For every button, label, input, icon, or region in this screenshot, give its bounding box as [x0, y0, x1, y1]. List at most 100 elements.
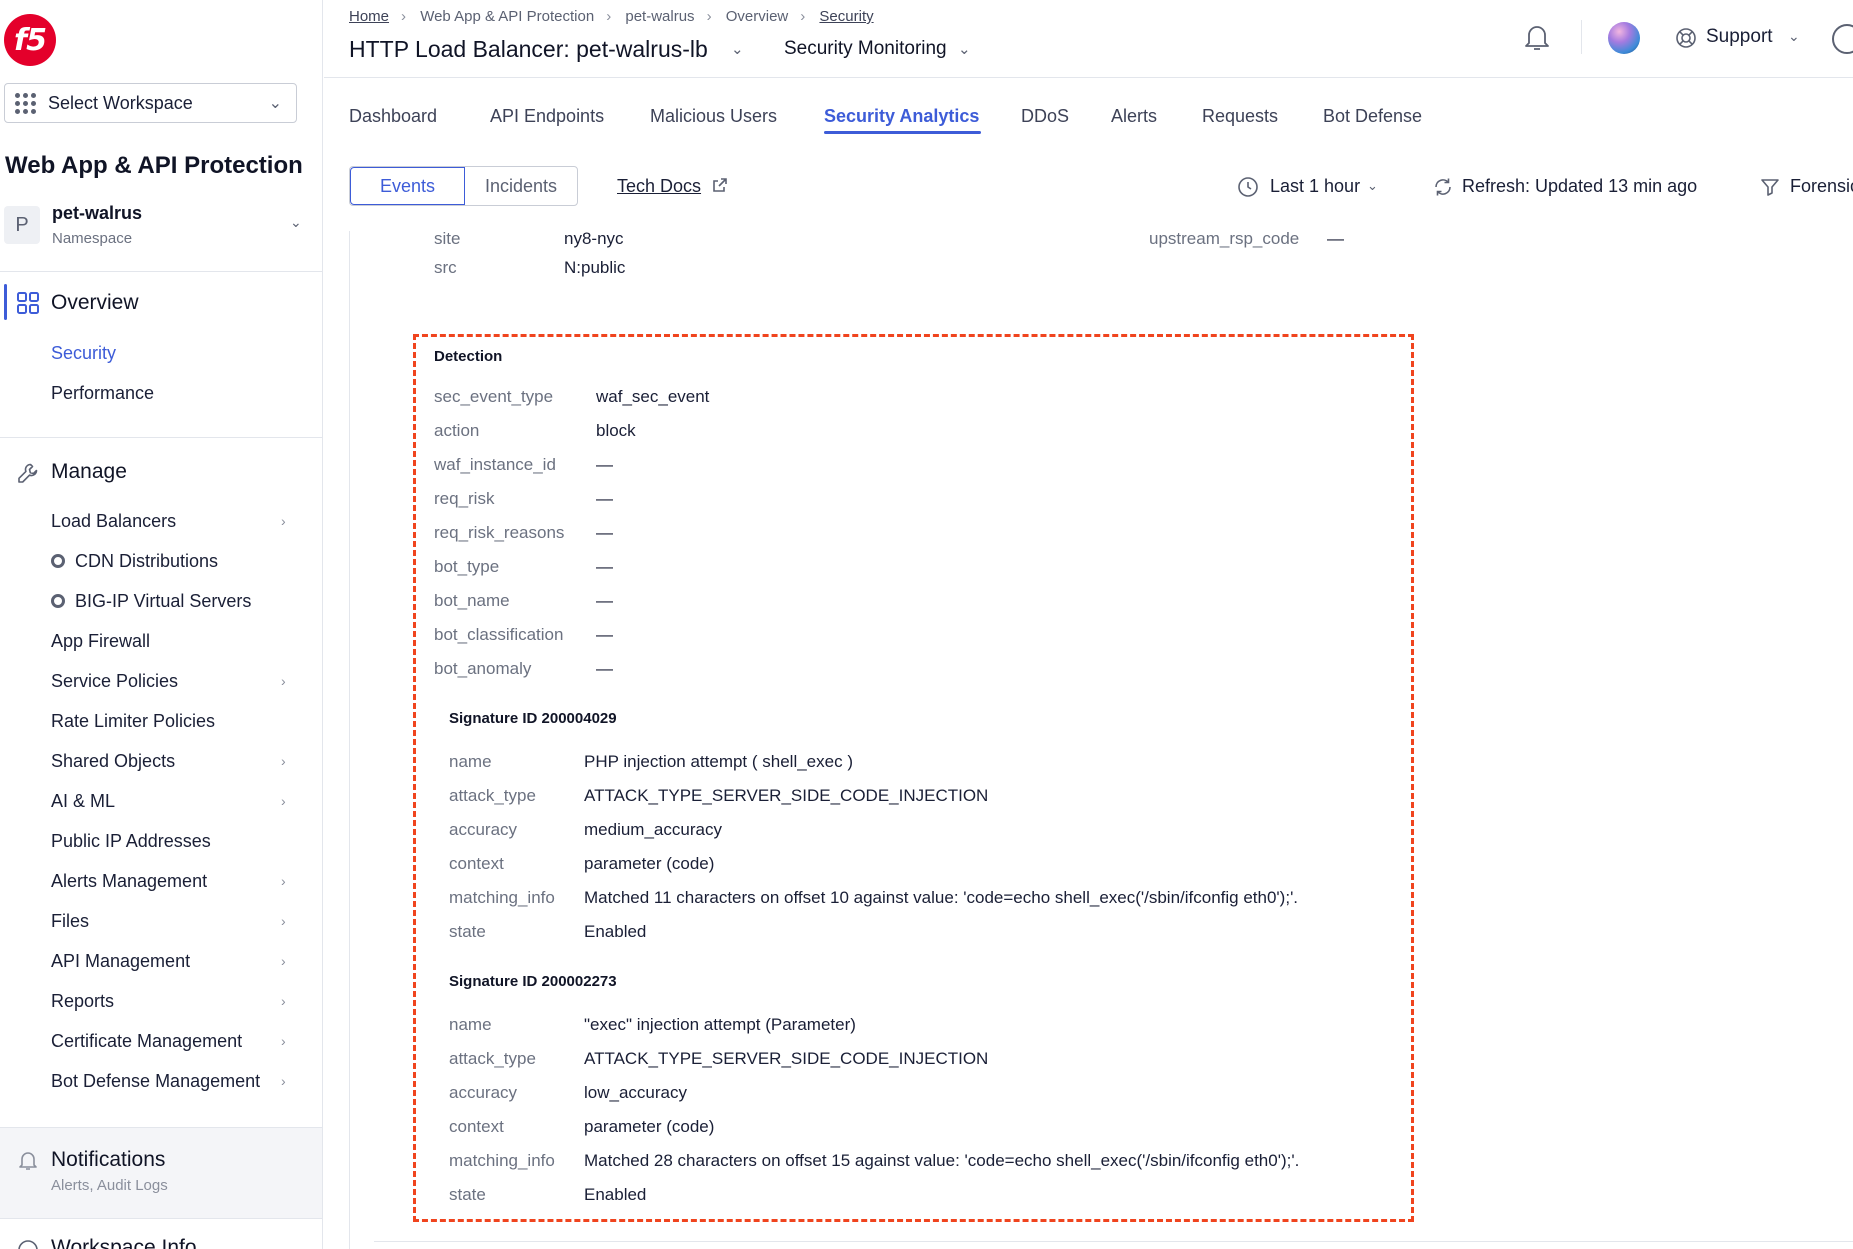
tab-malicious-users[interactable]: Malicious Users [650, 106, 777, 127]
breadcrumb-namespace[interactable]: pet-walrus [625, 8, 694, 25]
sidebar-item-label: Public IP Addresses [51, 831, 211, 851]
chevron-right-icon[interactable]: › [281, 753, 286, 769]
events-toggle[interactable]: Events [350, 167, 465, 205]
monitoring-select[interactable]: Security Monitoring [784, 38, 947, 60]
sidebar-item-label: API Management [51, 951, 191, 971]
refresh-icon[interactable] [1432, 176, 1454, 198]
tab-requests[interactable]: Requests [1202, 106, 1278, 127]
divider [0, 437, 322, 438]
breadcrumb-home[interactable]: Home [349, 8, 389, 25]
chevron-right-icon: › [706, 8, 712, 25]
sidebar-item-shared-objects[interactable]: Shared Objects [51, 751, 175, 772]
field-key: src [434, 258, 457, 277]
chevron-down-icon[interactable]: ⌄ [290, 214, 302, 231]
field-key: site [434, 229, 461, 248]
sidebar-item-label: Bot Defense Management [51, 1071, 261, 1091]
field-value: ATTACK_TYPE_SERVER_SIDE_CODE_INJECTION [584, 786, 989, 805]
sidebar: f5 Select Workspace ⌄ Web App & API Prot… [0, 0, 323, 1249]
sidebar-section-manage[interactable]: Manage [51, 460, 127, 484]
tab-alerts[interactable]: Alerts [1111, 106, 1157, 127]
sidebar-item-label: App Firewall [51, 631, 151, 651]
notifications-area[interactable] [0, 1128, 322, 1218]
chevron-right-icon[interactable]: › [281, 913, 286, 929]
field-key: upstream_rsp_code [1149, 229, 1300, 248]
field-key: state [449, 1185, 486, 1204]
sidebar-item-public-ip-addresses[interactable]: Public IP Addresses [51, 831, 211, 852]
bell-icon[interactable] [1522, 21, 1552, 53]
chevron-right-icon[interactable]: › [281, 673, 286, 689]
external-link-icon[interactable] [712, 177, 728, 193]
chevron-right-icon[interactable]: › [281, 953, 286, 969]
tab-security-analytics[interactable]: Security Analytics [824, 106, 979, 127]
sidebar-item-security[interactable]: Security [51, 343, 116, 364]
sidebar-item-alerts-management[interactable]: Alerts Management [51, 871, 207, 892]
refresh-status[interactable]: Refresh: Updated 13 min ago [1462, 176, 1697, 197]
workspace-select[interactable]: Select Workspace ⌄ [4, 83, 297, 123]
sidebar-item-big-ip-virtual-servers[interactable]: BIG-IP Virtual Servers [51, 591, 251, 612]
signature-title: Signature ID 200004029 [449, 710, 617, 727]
toolbar: Events Incidents Tech Docs Last 1 hour ⌄… [324, 149, 1853, 231]
field-value: low_accuracy [584, 1083, 687, 1102]
sidebar-item-label: BIG-IP Virtual Servers [75, 591, 252, 611]
incidents-toggle[interactable]: Incidents [465, 167, 577, 205]
field-value: medium_accuracy [584, 820, 722, 839]
sidebar-section-workspace-info[interactable]: Workspace Info [51, 1236, 197, 1249]
chevron-right-icon: › [606, 8, 612, 25]
field-key: name [449, 752, 492, 771]
chevron-down-icon[interactable]: ⌄ [1788, 28, 1800, 45]
signature-title: Signature ID 200002273 [449, 973, 617, 990]
sidebar-item-rate-limiter-policies[interactable]: Rate Limiter Policies [51, 711, 215, 732]
chevron-down-icon[interactable]: ⌄ [958, 40, 971, 58]
sidebar-item-performance[interactable]: Performance [51, 383, 154, 404]
sidebar-section-overview[interactable]: Overview [51, 291, 139, 315]
sidebar-item-bot-defense-management[interactable]: Bot Defense Management [51, 1071, 260, 1092]
chevron-down-icon[interactable]: ⌄ [1367, 178, 1378, 194]
sidebar-item-load-balancers[interactable]: Load Balancers [51, 511, 176, 532]
divider [374, 1241, 1853, 1242]
sidebar-item-label: CDN Distributions [75, 551, 219, 571]
f5-logo[interactable]: f5 [4, 14, 56, 66]
help-icon[interactable] [1832, 24, 1853, 54]
chevron-right-icon[interactable]: › [281, 513, 286, 529]
field-key: attack_type [449, 1049, 536, 1068]
sidebar-item-files[interactable]: Files [51, 911, 89, 932]
sidebar-item-certificate-management[interactable]: Certificate Management [51, 1031, 242, 1052]
detection-highlight-box [413, 334, 1414, 1222]
field-key: req_risk_reasons [434, 523, 565, 542]
sidebar-item-app-firewall[interactable]: App Firewall [51, 631, 150, 652]
breadcrumb-security[interactable]: Security [819, 8, 873, 25]
time-range-select[interactable]: Last 1 hour [1270, 176, 1360, 197]
chevron-right-icon[interactable]: › [281, 1073, 286, 1089]
event-detail-panel: site ny8-nyc src N:public upstream_rsp_c… [324, 229, 1853, 1249]
tab-api-endpoints[interactable]: API Endpoints [490, 106, 604, 127]
breadcrumb-app[interactable]: Web App & API Protection [420, 8, 594, 25]
chevron-right-icon[interactable]: › [281, 873, 286, 889]
field-value: waf_sec_event [596, 387, 710, 406]
sidebar-item-service-policies[interactable]: Service Policies [51, 671, 178, 692]
field-key: name [449, 1015, 492, 1034]
field-key: req_risk [434, 489, 495, 508]
sidebar-item-reports[interactable]: Reports [51, 991, 114, 1012]
load-balancer-title[interactable]: HTTP Load Balancer: pet-walrus-lb [349, 36, 708, 63]
sidebar-item-ai-ml[interactable]: AI & ML [51, 791, 115, 812]
sidebar-item-api-management[interactable]: API Management [51, 951, 190, 972]
tech-docs-link[interactable]: Tech Docs [617, 176, 701, 197]
chevron-right-icon[interactable]: › [281, 993, 286, 1009]
namespace-name[interactable]: pet-walrus [52, 203, 142, 224]
tab-bot-defense[interactable]: Bot Defense [1323, 106, 1422, 127]
field-value: Matched 28 characters on offset 15 again… [584, 1151, 1300, 1170]
forensics-button[interactable]: Forensic [1790, 176, 1853, 197]
tab-ddos[interactable]: DDoS [1021, 106, 1069, 127]
chevron-down-icon[interactable]: ⌄ [731, 40, 744, 58]
breadcrumb-overview[interactable]: Overview [726, 8, 789, 25]
chevron-right-icon[interactable]: › [281, 1033, 286, 1049]
chevron-right-icon[interactable]: › [281, 793, 286, 809]
field-value: ny8-nyc [564, 229, 624, 248]
tab-dashboard[interactable]: Dashboard [349, 106, 437, 127]
field-value: — [596, 625, 613, 644]
sidebar-item-cdn-distributions[interactable]: CDN Distributions [51, 551, 218, 572]
support-menu[interactable]: Support [1706, 26, 1773, 48]
user-avatar[interactable] [1608, 22, 1640, 54]
field-key: context [449, 1117, 504, 1136]
sidebar-section-notifications[interactable]: Notifications [51, 1148, 165, 1172]
